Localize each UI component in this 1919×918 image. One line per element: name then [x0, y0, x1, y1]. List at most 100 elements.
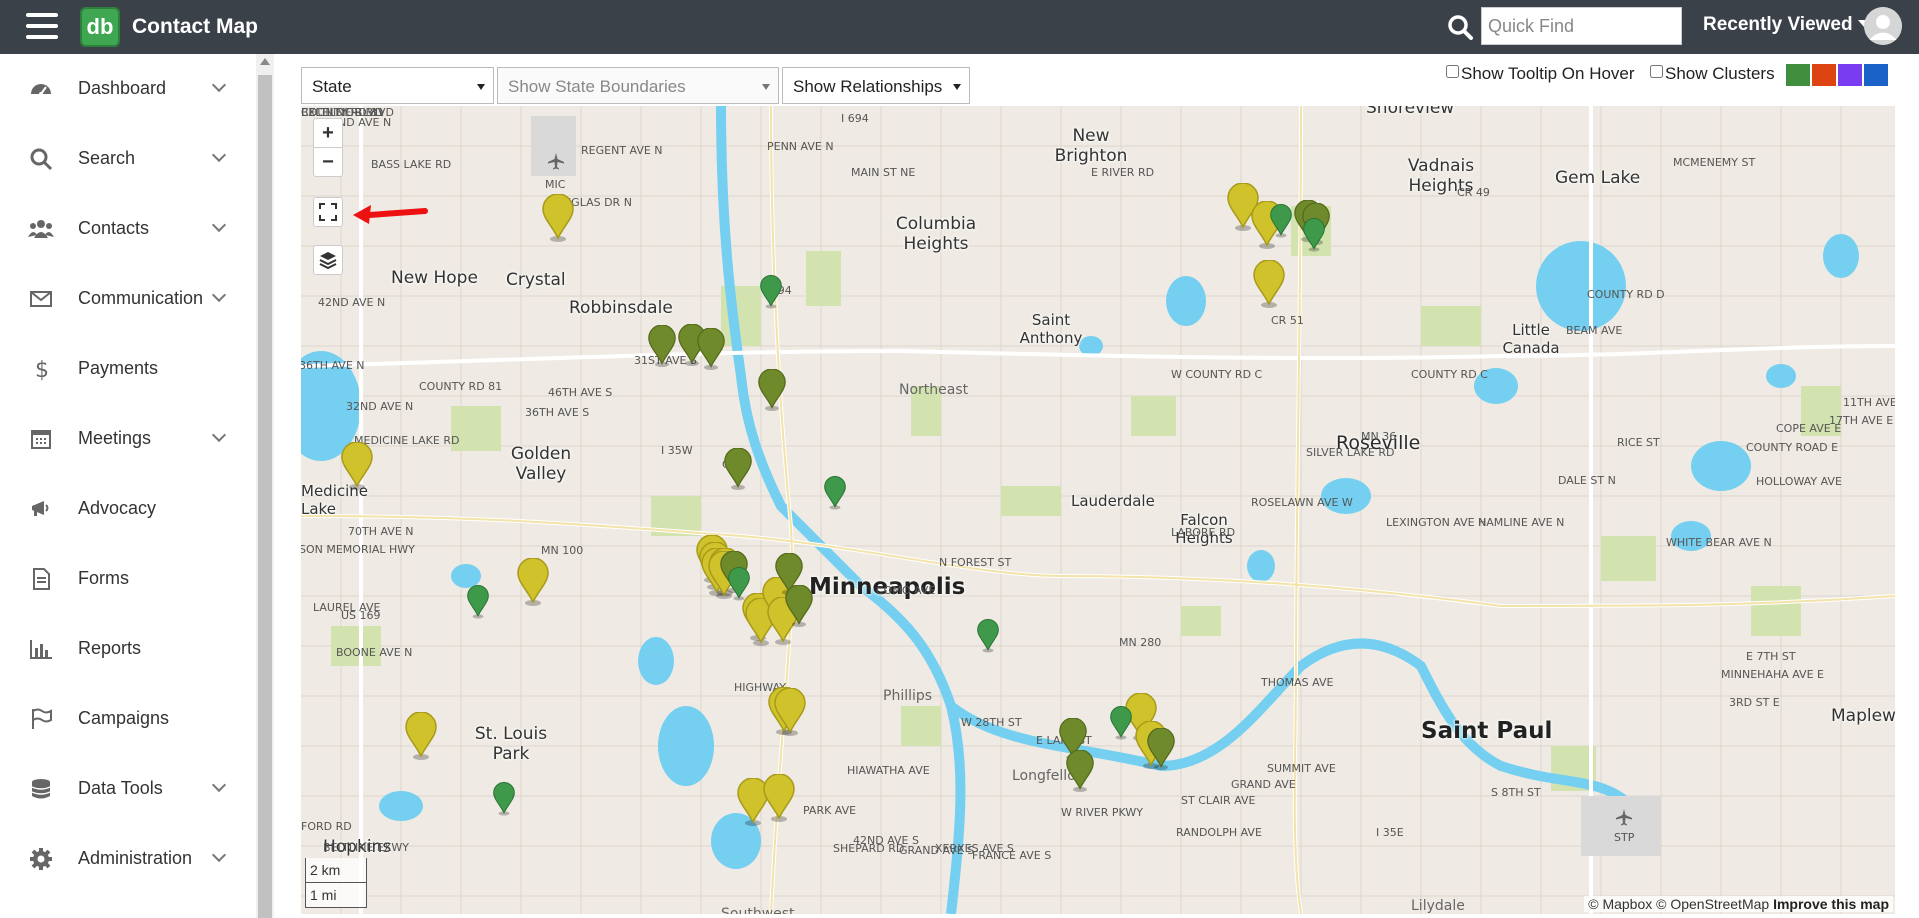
map-marker-green[interactable] [977, 619, 999, 658]
map-marker-green[interactable] [728, 567, 750, 606]
sidebar-item-search[interactable]: Search [0, 124, 256, 194]
map-road-label: COUNTY RD D [1587, 288, 1665, 301]
relationships-select[interactable]: Show Relationships [782, 67, 970, 104]
map-pin-icon [824, 476, 846, 510]
map-pin-icon [763, 773, 795, 822]
map-road-label: LAUREL AVE [313, 601, 381, 614]
map-marker-yellow[interactable] [517, 557, 549, 611]
relationships-value: Show Relationships [793, 77, 943, 96]
map-marker-green[interactable] [1110, 706, 1132, 745]
quick-find-input[interactable] [1481, 7, 1682, 45]
scrollbar-thumb[interactable] [258, 75, 272, 918]
zoom-in-button[interactable]: + [313, 118, 343, 148]
map-road-label: I 694 [841, 112, 869, 125]
sidebar-item-label: Meetings [78, 428, 152, 448]
map-marker-yellow[interactable] [405, 711, 437, 765]
map-marker-olive[interactable] [1147, 727, 1175, 775]
zoom-out-button[interactable]: − [313, 147, 343, 177]
improve-map-link[interactable]: Improve this map [1773, 896, 1889, 912]
sidebar-item-dashboard[interactable]: Dashboard [0, 54, 256, 124]
sidebar-item-data-tools[interactable]: Data Tools [0, 754, 256, 824]
tooltip-checkbox-input[interactable] [1446, 65, 1459, 78]
color-swatch[interactable] [1864, 64, 1888, 86]
contact-map[interactable]: Minneapolis Saint Paul Roseville Crystal… [301, 106, 1895, 914]
map-marker-yellow[interactable] [1253, 259, 1285, 313]
sidebar-item-contacts[interactable]: Contacts [0, 194, 256, 264]
map-marker-yellow[interactable] [763, 773, 795, 827]
map-marker-green[interactable] [824, 476, 846, 515]
layers-button[interactable] [313, 245, 343, 275]
airport-icon [1616, 809, 1632, 826]
avatar[interactable] [1864, 7, 1902, 45]
map-road-label: REGENT AVE N [581, 144, 663, 157]
chevron-down-icon [211, 287, 227, 303]
map-marker-green[interactable] [760, 275, 782, 314]
map-marker-green[interactable] [1270, 204, 1292, 243]
map-label-columbia-heights: Columbia Heights [895, 214, 977, 254]
map-marker-yellow[interactable] [774, 687, 806, 741]
sidebar-item-label: Campaigns [78, 708, 170, 728]
map-pin-icon [785, 584, 813, 627]
sidebar-scrollbar[interactable] [256, 54, 274, 918]
map-marker-olive[interactable] [785, 584, 813, 632]
map-marker-green[interactable] [493, 782, 515, 821]
map-marker-green[interactable] [467, 585, 489, 624]
map-pin-icon [341, 441, 373, 490]
map-marker-yellow[interactable] [542, 193, 574, 247]
map-pin-icon [405, 711, 437, 760]
sidebar-item-communication[interactable]: Communication [0, 264, 256, 334]
map-road-label: RANDOLPH AVE [1176, 826, 1262, 839]
sidebar-item-label: Data Tools [78, 778, 163, 798]
map-marker-olive[interactable] [1066, 749, 1094, 797]
sidebar-item-payments[interactable]: $ Payments [0, 334, 256, 404]
map-scale: 2 km 1 mi [305, 858, 367, 908]
map-marker-yellow[interactable] [341, 441, 373, 495]
map-road-label: 70TH AVE N [348, 525, 414, 538]
map-marker-green[interactable] [1303, 218, 1325, 257]
sidebar-item-advocacy[interactable]: Advocacy [0, 474, 256, 544]
attribution-text: © Mapbox © OpenStreetMap [1588, 896, 1770, 912]
map-road-label: W 28TH ST [961, 716, 1022, 729]
sidebar-item-forms[interactable]: Forms [0, 544, 256, 614]
color-swatch[interactable] [1786, 64, 1810, 86]
map-road-label: LABORE RD [1171, 526, 1236, 539]
clusters-checkbox-input[interactable] [1650, 65, 1663, 78]
sidebar-item-meetings[interactable]: Meetings [0, 404, 256, 474]
map-label-northeast: Northeast [899, 382, 969, 398]
map-marker-olive[interactable] [697, 327, 725, 375]
hamburger-menu-icon[interactable] [26, 13, 58, 41]
fullscreen-button[interactable] [313, 197, 343, 227]
map-pin-icon [1147, 727, 1175, 770]
map-marker-olive[interactable] [648, 324, 676, 372]
app-logo[interactable]: db [80, 7, 120, 47]
tooltip-on-hover-checkbox[interactable]: Show Tooltip On Hover [1446, 64, 1635, 84]
map-base-layer [301, 106, 1895, 914]
state-select[interactable]: State [301, 67, 494, 104]
show-clusters-checkbox[interactable]: Show Clusters [1650, 64, 1775, 84]
map-pin-icon [774, 687, 806, 736]
map-road-label: COUNTY ROAD E [1746, 441, 1839, 454]
scale-km: 2 km [305, 858, 367, 883]
sidebar-item-label: Communication [78, 288, 204, 308]
map-pin-icon [1110, 706, 1132, 740]
sidebar-item-label: Payments [78, 358, 159, 378]
search-button[interactable] [1441, 9, 1480, 46]
chevron-down-icon [211, 147, 227, 163]
map-marker-olive[interactable] [724, 447, 752, 495]
state-boundaries-select[interactable]: Show State Boundaries [497, 67, 779, 104]
map-road-label: N FOREST ST [939, 556, 1012, 569]
color-swatch[interactable] [1812, 64, 1836, 86]
map-pin-icon [1253, 259, 1285, 308]
recently-viewed-dropdown[interactable]: Recently Viewed [1703, 14, 1870, 36]
scroll-up-arrow-icon[interactable] [260, 58, 270, 65]
map-pin-icon [760, 275, 782, 309]
map-label-saint-paul: Saint Paul [1421, 718, 1553, 744]
database-icon [28, 776, 54, 802]
map-marker-olive[interactable] [758, 368, 786, 416]
sidebar-item-administration[interactable]: Administration [0, 824, 256, 894]
color-swatch[interactable] [1838, 64, 1862, 86]
map-pin-icon [758, 368, 786, 411]
sidebar-item-campaigns[interactable]: Campaigns [0, 684, 256, 754]
sidebar-item-reports[interactable]: Reports [0, 614, 256, 684]
map-pin-icon [728, 567, 750, 601]
